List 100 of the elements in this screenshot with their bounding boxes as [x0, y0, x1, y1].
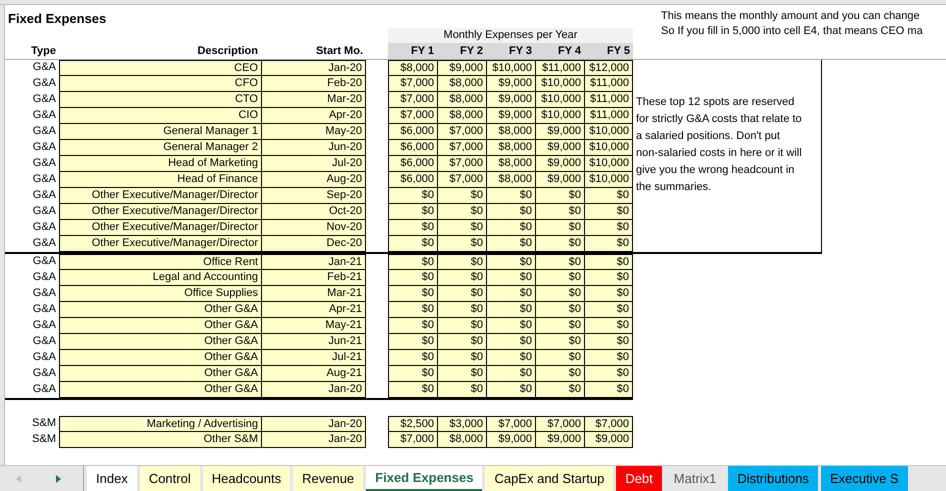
table-cell: $7,000	[388, 92, 437, 108]
note-text: This means the monthly amount and you can change	[661, 9, 920, 24]
table-cell: $0	[437, 366, 486, 382]
table-cell: General Manager 1	[59, 124, 261, 140]
table-cell: $0	[437, 220, 486, 236]
table-cell: Sep-20	[261, 188, 366, 204]
table-cell: Jan-20	[261, 60, 366, 76]
table-cell: $0	[388, 302, 437, 318]
table-cell: Mar-21	[261, 286, 366, 302]
table-cell: $0	[584, 366, 633, 382]
sheet-tab[interactable]: Distributions	[728, 466, 818, 491]
table-cell: $0	[584, 334, 633, 350]
table-cell: $0	[535, 382, 584, 398]
table-cell: $0	[388, 334, 437, 350]
table-cell: $0	[486, 334, 535, 350]
table-cell: $9,000	[535, 124, 584, 140]
table-cell: Other Executive/Manager/Director	[59, 236, 261, 252]
table-cell-text: S&M	[31, 432, 57, 447]
table-cell: CEO	[59, 60, 261, 76]
table-cell: $11,000	[584, 92, 633, 108]
table-cell: $0	[486, 270, 535, 286]
sheet-tab[interactable]: Headcounts	[202, 466, 290, 491]
table-cell: $0	[584, 188, 633, 204]
table-cell: Other G&A	[59, 350, 261, 366]
table-cell: Other G&A	[59, 302, 261, 318]
sheet-tab[interactable]: Debt	[616, 466, 662, 491]
table-cell: CFO	[59, 76, 261, 92]
table-cell-text: G&A	[32, 236, 57, 251]
table-cell: Aug-20	[261, 172, 366, 188]
column-header: Type	[30, 44, 57, 59]
table-cell: Jul-20	[261, 156, 366, 172]
table-cell: Feb-21	[261, 270, 366, 286]
table-cell: $9,000	[486, 76, 535, 92]
sheet-tab[interactable]: Executive S	[820, 466, 908, 491]
table-cell: $0	[584, 236, 633, 252]
table-cell: $0	[388, 254, 437, 270]
table-cell-text: G&A	[32, 220, 57, 235]
column-header: FY 4	[535, 43, 584, 59]
sheet-tab[interactable]: Revenue	[293, 466, 364, 491]
table-cell-text: G&A	[32, 334, 57, 349]
table-cell: $0	[388, 350, 437, 366]
table-cell: Oct-20	[261, 204, 366, 220]
table-cell: $9,000	[584, 432, 633, 448]
column-header: FY 3	[486, 43, 535, 59]
table-cell: $0	[437, 334, 486, 350]
table-cell: $8,000	[388, 60, 437, 76]
table-cell: $7,000	[437, 172, 486, 188]
table-cell: $8,000	[437, 432, 486, 448]
table-cell: Jan-20	[261, 382, 366, 398]
table-cell: $0	[584, 270, 633, 286]
table-cell: Office Supplies	[59, 286, 261, 302]
table-cell: $11,000	[584, 76, 633, 92]
table-cell: $0	[486, 220, 535, 236]
scroll-right-icon[interactable]	[54, 474, 61, 482]
table-cell: $8,000	[486, 172, 535, 188]
sheet-tab[interactable]: Fixed Expenses	[366, 466, 482, 491]
table-cell: Other G&A	[59, 366, 261, 382]
table-cell: $0	[388, 286, 437, 302]
table-cell: $0	[535, 302, 584, 318]
table-cell: $0	[388, 204, 437, 220]
sheet-tab[interactable]: Control	[140, 466, 200, 491]
table-cell: $0	[388, 318, 437, 334]
table-cell: $0	[486, 204, 535, 220]
table-cell: CIO	[59, 108, 261, 124]
table-cell: $10,000	[535, 92, 584, 108]
table-cell: $0	[535, 366, 584, 382]
table-cell: $0	[486, 286, 535, 302]
table-cell: $0	[437, 204, 486, 220]
table-cell: $0	[535, 236, 584, 252]
table-cell: Marketing / Advertising	[59, 416, 261, 432]
table-cell: $8,000	[486, 156, 535, 172]
table-cell-text: G&A	[32, 92, 57, 107]
table-cell: $0	[486, 366, 535, 382]
table-cell: $0	[584, 318, 633, 334]
table-cell: $0	[584, 286, 633, 302]
group-header: Monthly Expenses per Year	[388, 28, 633, 43]
table-cell: $0	[437, 254, 486, 270]
table-cell: Head of Marketing	[59, 156, 261, 172]
table-cell: Nov-20	[261, 220, 366, 236]
table-cell: $0	[437, 302, 486, 318]
table-cell: $0	[437, 236, 486, 252]
table-cell-text: G&A	[32, 204, 57, 219]
sheet-tab[interactable]: CapEx and Startup	[485, 466, 614, 491]
table-cell-text: S&M	[31, 416, 57, 431]
table-cell: $7,000	[388, 432, 437, 448]
table-cell: $0	[535, 286, 584, 302]
table-cell: $0	[437, 188, 486, 204]
table-cell-text: G&A	[32, 254, 57, 269]
note-text: So If you fill in 5,000 into cell E4, that means CEO ma	[660, 25, 923, 39]
table-cell: $7,000	[486, 416, 535, 432]
table-cell: $7,000	[437, 140, 486, 156]
table-cell: $0	[486, 188, 535, 204]
table-cell: $0	[388, 366, 437, 382]
table-cell: $8,000	[486, 140, 535, 156]
table-cell: $0	[437, 382, 486, 398]
table-cell: $0	[535, 204, 584, 220]
table-cell: $0	[388, 270, 437, 286]
note-paragraph: These top 12 spots are reserved for strictly G&A costs that relate to a salaried positions. Don't put non-salaried costs in here or it will give you the wrong headcount in the summaries.	[636, 95, 803, 195]
sheet-tab[interactable]: Index	[87, 466, 137, 491]
table-cell: Other G&A	[59, 318, 261, 334]
